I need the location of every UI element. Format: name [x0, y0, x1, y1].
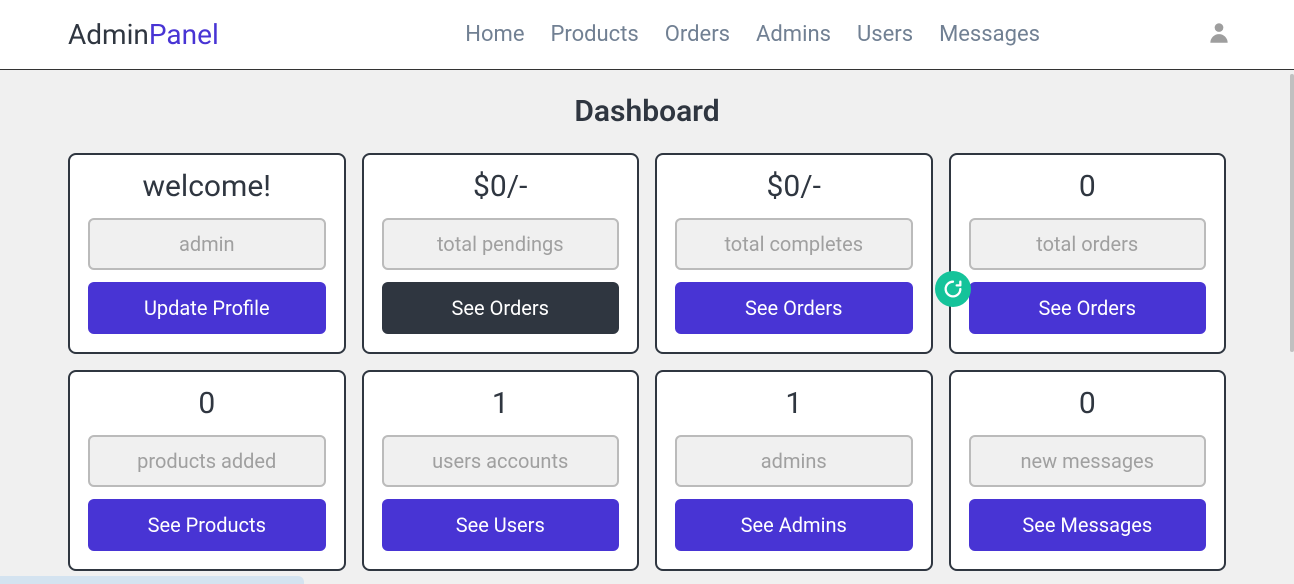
see-admins-button[interactable]: See Admins	[675, 499, 913, 551]
card-value: 1	[492, 386, 509, 421]
card-users: 1 users accounts See Users	[362, 370, 640, 571]
card-total-orders: 0 total orders See Orders	[949, 153, 1227, 354]
nav-home[interactable]: Home	[465, 22, 524, 47]
card-value: 0	[1079, 386, 1096, 421]
card-label: total pendings	[382, 218, 620, 270]
card-label: admin	[88, 218, 326, 270]
card-label: total completes	[675, 218, 913, 270]
nav-orders[interactable]: Orders	[665, 22, 730, 47]
card-value: $0/-	[767, 169, 821, 204]
card-label: users accounts	[382, 435, 620, 487]
card-value: 1	[785, 386, 802, 421]
page-title: Dashboard	[0, 94, 1294, 129]
card-label: admins	[675, 435, 913, 487]
card-pendings: $0/- total pendings See Orders	[362, 153, 640, 354]
card-admins: 1 admins See Admins	[655, 370, 933, 571]
see-messages-button[interactable]: See Messages	[969, 499, 1207, 551]
nav-users[interactable]: Users	[857, 22, 913, 47]
card-label: new messages	[969, 435, 1207, 487]
card-value: $0/-	[473, 169, 527, 204]
card-completes: $0/- total completes See Orders	[655, 153, 933, 354]
see-orders-button[interactable]: See Orders	[969, 282, 1207, 334]
card-products: 0 products added See Products	[68, 370, 346, 571]
card-value: 0	[198, 386, 215, 421]
nav-links: Home Products Orders Admins Users Messag…	[465, 22, 1040, 47]
see-products-button[interactable]: See Products	[88, 499, 326, 551]
nav-messages[interactable]: Messages	[939, 22, 1040, 47]
taskbar-fragment	[0, 576, 304, 584]
card-value: welcome!	[142, 169, 271, 204]
navbar: AdminPanel Home Products Orders Admins U…	[0, 0, 1294, 70]
scrollbar[interactable]	[1290, 74, 1294, 352]
logo-part2: Panel	[149, 18, 219, 51]
card-label: products added	[88, 435, 326, 487]
nav-products[interactable]: Products	[550, 22, 638, 47]
see-orders-button[interactable]: See Orders	[382, 282, 620, 334]
see-orders-button[interactable]: See Orders	[675, 282, 913, 334]
nav-admins[interactable]: Admins	[756, 22, 831, 47]
card-label: total orders	[969, 218, 1207, 270]
logo[interactable]: AdminPanel	[68, 18, 219, 51]
update-profile-button[interactable]: Update Profile	[88, 282, 326, 334]
logo-part1: Admin	[68, 18, 149, 51]
see-users-button[interactable]: See Users	[382, 499, 620, 551]
profile-icon[interactable]	[1206, 20, 1232, 46]
cards-grid: welcome! admin Update Profile $0/- total…	[0, 153, 1294, 571]
card-messages: 0 new messages See Messages	[949, 370, 1227, 571]
card-welcome: welcome! admin Update Profile	[68, 153, 346, 354]
grammarly-icon[interactable]	[935, 271, 971, 307]
card-value: 0	[1079, 169, 1096, 204]
